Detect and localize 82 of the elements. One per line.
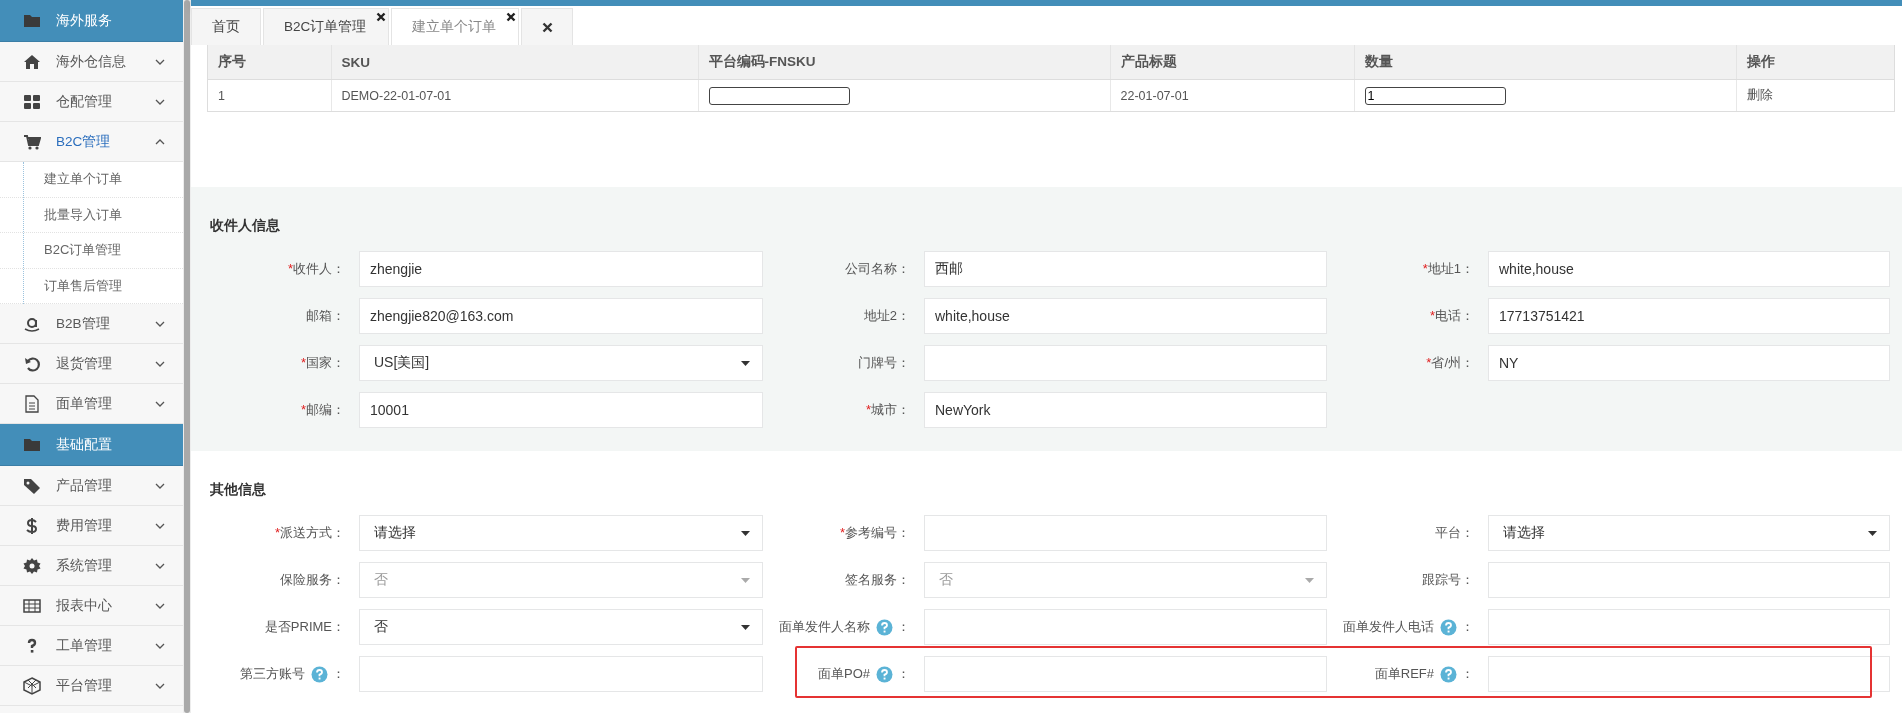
tab[interactable]: 建立单个订单 xyxy=(391,8,520,45)
delete-link[interactable]: 删除 xyxy=(1746,88,1773,102)
field-label: 面单REF# xyxy=(1374,665,1434,683)
colon-text: ： xyxy=(897,618,910,636)
column-header: 平台编码-FNSKU xyxy=(698,45,1110,80)
field-label: 跟踪号： xyxy=(1422,571,1474,589)
input-field[interactable]: zhengjie xyxy=(359,251,763,287)
document-icon xyxy=(23,394,41,413)
close-all-tabs-button[interactable] xyxy=(521,8,574,45)
field-label: 地址2： xyxy=(863,307,910,325)
select-dropdown[interactable]: US[美国] xyxy=(359,345,763,381)
field-label: 是否PRIME： xyxy=(264,618,345,636)
field-label: *参考编号： xyxy=(839,524,910,542)
colon-text: ： xyxy=(332,665,345,683)
home-icon xyxy=(23,52,41,71)
table-cell: DEMO-22-01-07-01 xyxy=(331,79,698,111)
field-label: 面单发件人电话 xyxy=(1343,618,1434,636)
input-field[interactable]: 1 xyxy=(1364,86,1506,105)
section-title: 其他信息 xyxy=(210,481,266,499)
field-label: *收件人： xyxy=(287,260,345,278)
column-header: 序号 xyxy=(208,45,331,80)
input-field[interactable] xyxy=(708,86,850,105)
table-cell: 22-01-07-01 xyxy=(1110,79,1354,111)
field-label: 保险服务： xyxy=(280,571,345,589)
colon-text: ： xyxy=(1461,665,1474,683)
caret-icon xyxy=(1868,530,1877,536)
sidebar-menu-item[interactable]: 报表中心 xyxy=(0,586,183,626)
field-label: *派送方式： xyxy=(274,524,345,542)
sidebar-section-header: 海外服务 xyxy=(0,0,183,42)
select-dropdown[interactable]: 请选择 xyxy=(359,515,763,551)
caret-icon xyxy=(741,530,750,536)
colon-text: ： xyxy=(1461,618,1474,636)
close-icon[interactable] xyxy=(506,12,517,22)
field-label: 面单发件人名称 xyxy=(779,618,870,636)
field-label: *国家： xyxy=(300,354,345,372)
tab[interactable]: B2C订单管理 xyxy=(263,8,390,45)
table-cell: 1 xyxy=(208,79,331,111)
input-field[interactable]: 西邮 xyxy=(924,251,1327,287)
field-label: *省/州： xyxy=(1426,354,1474,372)
field-label: 面单PO# xyxy=(818,665,870,683)
caret-icon xyxy=(741,360,750,366)
sidebar-menu-item[interactable]: 仓配管理 xyxy=(0,82,183,122)
section-title: 收件人信息 xyxy=(210,217,280,235)
input-field[interactable]: 17713751421 xyxy=(1488,298,1890,334)
field-label: *城市： xyxy=(865,401,910,419)
scrollbar[interactable] xyxy=(184,0,190,713)
column-header: SKU xyxy=(331,45,698,80)
caret-icon xyxy=(741,577,750,583)
field-label: 第三方账号 xyxy=(240,665,305,683)
tag-icon xyxy=(23,476,41,495)
colon-text: ： xyxy=(897,665,910,683)
gear-icon xyxy=(23,556,41,575)
tab[interactable]: 首页 xyxy=(191,8,261,45)
input-field[interactable]: zhengjie820@163.com xyxy=(359,298,763,334)
close-icon xyxy=(541,21,553,33)
field-label: 邮箱： xyxy=(306,307,345,325)
select-dropdown[interactable]: 否 xyxy=(359,609,763,645)
column-header: 操作 xyxy=(1736,45,1894,80)
input-field[interactable]: white,house xyxy=(924,298,1327,334)
input-field[interactable]: NewYork xyxy=(924,392,1327,428)
field-label: 平台： xyxy=(1435,524,1474,542)
input-field[interactable]: 10001 xyxy=(359,392,763,428)
select-dropdown[interactable]: 请选择 xyxy=(1488,515,1890,551)
field-label: *电话： xyxy=(1429,307,1474,325)
sidebar-section-header: 基础配置 xyxy=(0,424,183,466)
column-header: 数量 xyxy=(1354,45,1736,80)
undo-icon xyxy=(23,354,41,373)
cube-icon xyxy=(23,676,41,695)
field-label: *邮编： xyxy=(300,401,345,419)
field-label: 签名服务： xyxy=(845,571,910,589)
cart-icon xyxy=(23,132,41,151)
caret-icon xyxy=(1305,577,1314,583)
grid-icon xyxy=(23,92,41,111)
input-field[interactable]: white,house xyxy=(1488,251,1890,287)
input-field[interactable]: NY xyxy=(1488,345,1890,381)
field-label: *地址1： xyxy=(1422,260,1474,278)
field-label: 门牌号： xyxy=(858,354,910,372)
caret-icon xyxy=(741,624,750,630)
table-icon xyxy=(23,596,41,615)
field-label: 公司名称： xyxy=(845,260,910,278)
close-icon[interactable] xyxy=(376,12,387,22)
column-header: 产品标题 xyxy=(1110,45,1354,80)
